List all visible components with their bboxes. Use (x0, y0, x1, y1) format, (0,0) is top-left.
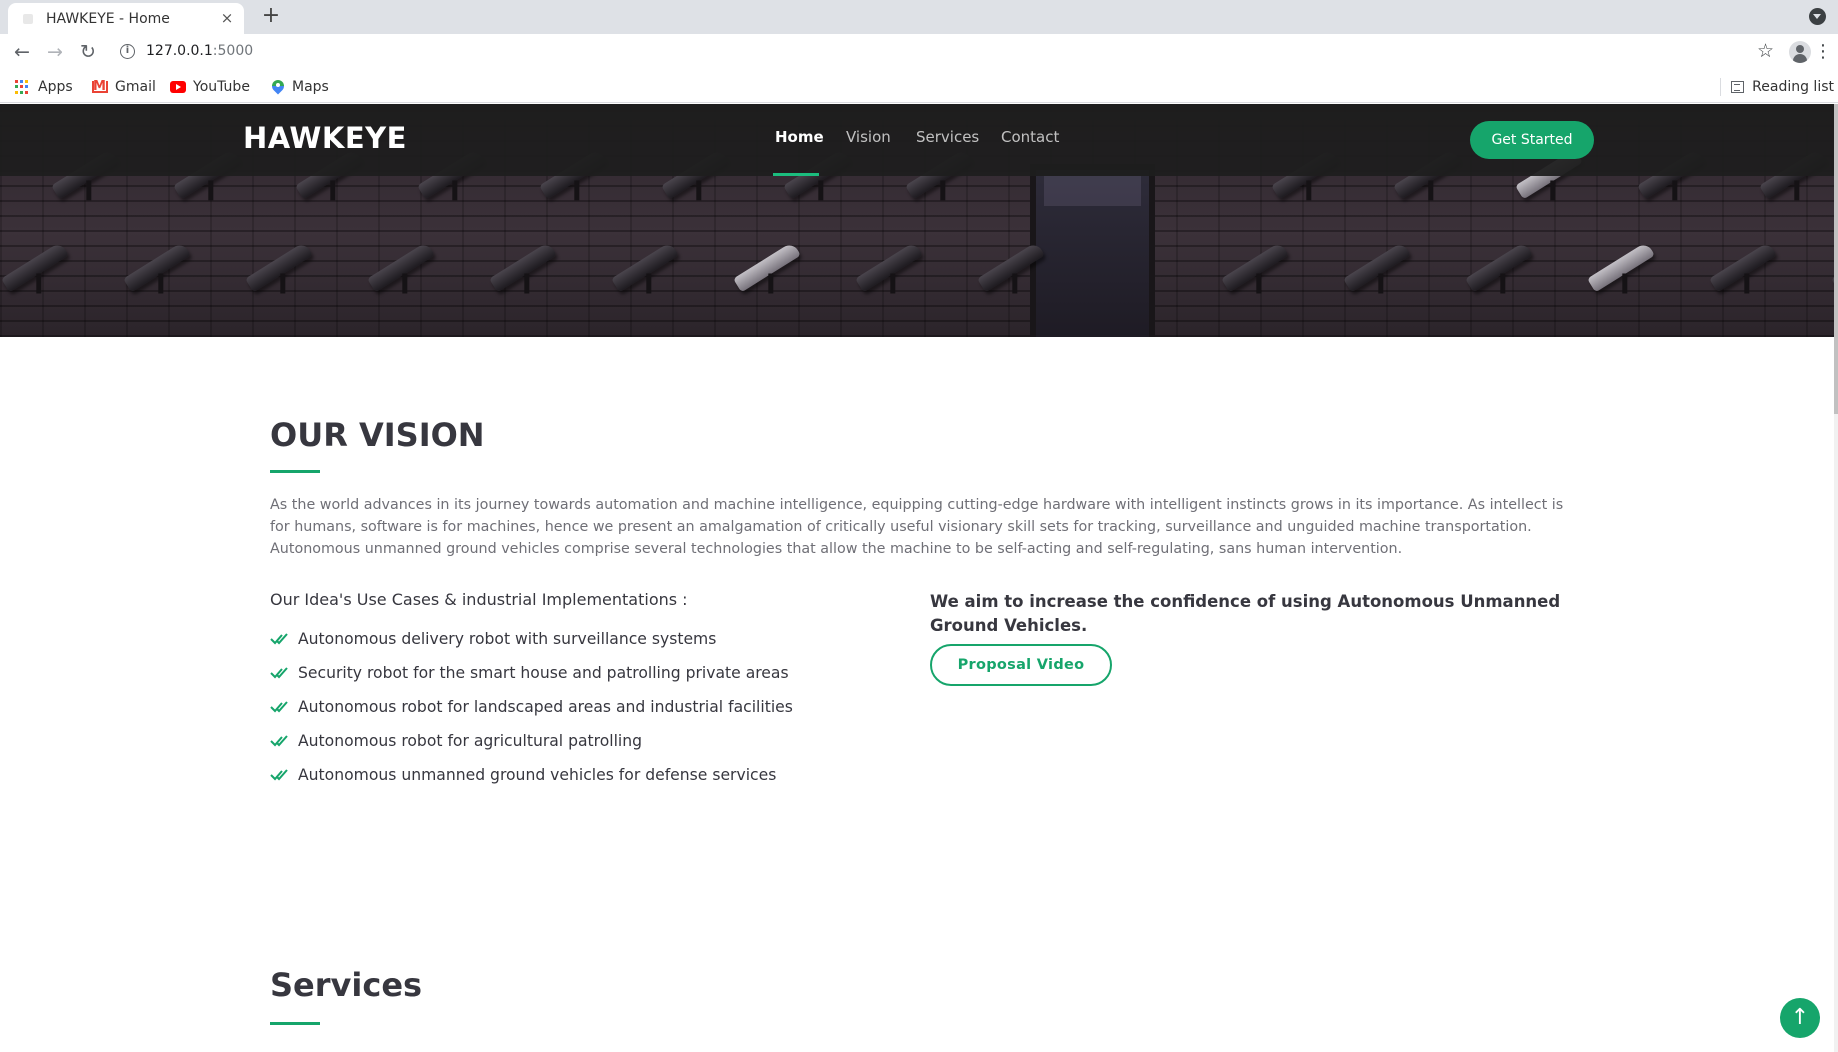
double-check-icon (270, 633, 288, 645)
back-icon[interactable]: ← (10, 40, 34, 64)
page-viewport: HAWKEYE Home Vision Services Contact Get… (0, 104, 1838, 1052)
gmail-icon (92, 76, 108, 98)
nav-link-home[interactable]: Home (775, 128, 824, 146)
bookmark-apps[interactable]: Apps (15, 76, 73, 98)
security-camera-graphic (123, 241, 191, 293)
browser-toolbar: ← → ↻ i 127.0.0.1:5000 ☆ ⋮ (0, 34, 1838, 70)
bookmarks-divider (1720, 78, 1721, 96)
use-case-text: Security robot for the smart house and p… (298, 664, 789, 682)
reload-icon[interactable]: ↻ (76, 40, 100, 64)
vision-title: OUR VISION (270, 416, 485, 454)
security-camera-graphic (611, 241, 679, 293)
use-case-text: Autonomous delivery robot with surveilla… (298, 630, 717, 648)
page-favicon-icon (23, 14, 33, 24)
forward-icon[interactable]: → (43, 40, 67, 64)
reading-list-icon (1731, 81, 1745, 93)
services-title: Services (270, 966, 423, 1004)
site-info-icon[interactable]: i (120, 44, 135, 59)
bookmark-gmail[interactable]: Gmail (92, 76, 156, 98)
security-camera-graphic (367, 241, 435, 293)
security-camera-graphic (1709, 241, 1777, 293)
use-case-text: Autonomous robot for agricultural patrol… (298, 732, 643, 750)
vision-paragraph: As the world advances in its journey tow… (270, 497, 1564, 557)
vision-title-underline (270, 470, 320, 473)
bookmark-youtube[interactable]: YouTube (170, 76, 250, 98)
new-tab-icon[interactable]: + (260, 5, 282, 28)
security-camera-graphic (1465, 241, 1533, 293)
close-tab-icon[interactable]: × (218, 9, 236, 27)
browser-menu-icon[interactable]: ⋮ (1814, 40, 1832, 64)
bookmark-label: YouTube (193, 79, 250, 95)
bookmark-label: Gmail (115, 79, 156, 95)
youtube-icon (170, 81, 186, 93)
security-camera-graphic (1, 241, 69, 293)
browser-tab[interactable]: HAWKEYE - Home × (8, 3, 244, 34)
list-item: Security robot for the smart house and p… (270, 662, 793, 696)
list-item: Autonomous robot for landscaped areas an… (270, 696, 793, 730)
browser-tab-strip: HAWKEYE - Home × + (0, 0, 1838, 34)
security-camera-graphic (1587, 241, 1655, 293)
url-text: 127.0.0.1:5000 (146, 43, 254, 59)
nav-link-vision[interactable]: Vision (846, 128, 891, 146)
use-case-text: Autonomous robot for landscaped areas an… (298, 698, 793, 716)
profile-avatar-icon[interactable] (1789, 41, 1811, 63)
security-camera-graphic (1343, 241, 1411, 293)
get-started-button[interactable]: Get Started (1470, 121, 1594, 159)
arrow-up-icon: ↑ (1790, 1005, 1810, 1030)
double-check-icon (270, 701, 288, 713)
site-logo[interactable]: HAWKEYE (243, 121, 407, 155)
hero-door-graphic (1030, 164, 1155, 337)
services-title-underline (270, 1022, 320, 1025)
bookmark-label: Apps (38, 79, 73, 95)
use-case-text: Autonomous unmanned ground vehicles for … (298, 766, 777, 784)
security-camera-graphic (733, 241, 801, 293)
bookmark-maps[interactable]: Maps (271, 76, 329, 98)
security-camera-graphic (855, 241, 923, 293)
apps-grid-icon (15, 80, 29, 94)
aim-statement: We aim to increase the confidence of usi… (930, 592, 1561, 635)
bookmark-star-icon[interactable]: ☆ (1757, 39, 1774, 63)
use-cases-heading: Our Idea's Use Cases & industrial Implem… (270, 590, 688, 609)
tab-title: HAWKEYE - Home (46, 11, 170, 27)
reading-list-label: Reading list (1752, 79, 1834, 95)
scrollbar-thumb[interactable] (1834, 104, 1838, 414)
nav-link-contact[interactable]: Contact (1001, 128, 1059, 146)
double-check-icon (270, 769, 288, 781)
bookmark-label: Maps (292, 79, 329, 95)
address-bar[interactable]: i 127.0.0.1:5000 (112, 38, 1752, 66)
security-camera-graphic (489, 241, 557, 293)
back-to-top-button[interactable]: ↑ (1780, 998, 1820, 1038)
active-nav-indicator (773, 173, 819, 176)
use-cases-list: Autonomous delivery robot with surveilla… (270, 628, 793, 798)
site-navbar: HAWKEYE Home Vision Services Contact Get… (0, 104, 1838, 176)
list-item: Autonomous delivery robot with surveilla… (270, 628, 793, 662)
bookmarks-bar: Apps Gmail YouTube Maps Reading list (0, 70, 1838, 103)
list-item: Autonomous robot for agricultural patrol… (270, 730, 793, 764)
security-camera-graphic (245, 241, 313, 293)
maps-icon (271, 79, 285, 95)
nav-link-services[interactable]: Services (916, 128, 979, 146)
security-camera-graphic (1221, 241, 1289, 293)
proposal-video-button[interactable]: Proposal Video (930, 644, 1112, 686)
tab-search-icon[interactable] (1809, 8, 1826, 25)
double-check-icon (270, 735, 288, 747)
list-item: Autonomous unmanned ground vehicles for … (270, 764, 793, 798)
reading-list-button[interactable]: Reading list (1731, 76, 1834, 98)
double-check-icon (270, 667, 288, 679)
